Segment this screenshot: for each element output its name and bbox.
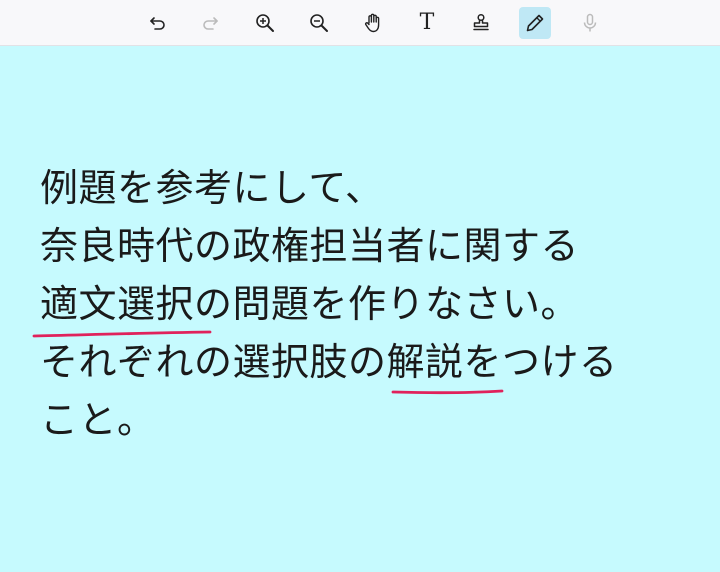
zoom-out-button[interactable] [303, 7, 335, 39]
zoom-in-icon [256, 14, 274, 32]
stamp-button[interactable] [465, 7, 497, 39]
redo-button[interactable] [195, 7, 227, 39]
undo-icon [150, 17, 165, 30]
stamp-icon [473, 13, 489, 31]
zoom-out-icon [310, 14, 328, 32]
microphone-button[interactable] [574, 7, 606, 39]
undo-button[interactable] [141, 7, 173, 39]
pen-button[interactable] [519, 7, 551, 39]
text-tool-button[interactable]: T [411, 7, 443, 39]
pen-icon [526, 14, 544, 32]
redo-icon [203, 17, 218, 30]
note-line-4: それぞれの選択肢の解説をつける [40, 340, 618, 384]
note-canvas[interactable]: 例題を参考にして、 奈良時代の政権担当者に関する 適文選択の問題を作りなさい。 … [0, 46, 720, 572]
note-line-3: 適文選択の問題を作りなさい。 [40, 282, 580, 326]
microphone-icon [583, 13, 597, 32]
hand-icon [365, 13, 380, 33]
note-line-1: 例題を参考にして、 [40, 166, 384, 210]
toolbar: T [0, 0, 720, 46]
note-line-2: 奈良時代の政権担当者に関する [40, 224, 580, 268]
text-icon: T [419, 10, 435, 35]
ink-underline-1 [32, 330, 212, 338]
note-line-5: こと。 [40, 398, 156, 442]
zoom-in-button[interactable] [249, 7, 281, 39]
pan-button[interactable] [357, 7, 389, 39]
ink-underline-2 [391, 389, 504, 395]
